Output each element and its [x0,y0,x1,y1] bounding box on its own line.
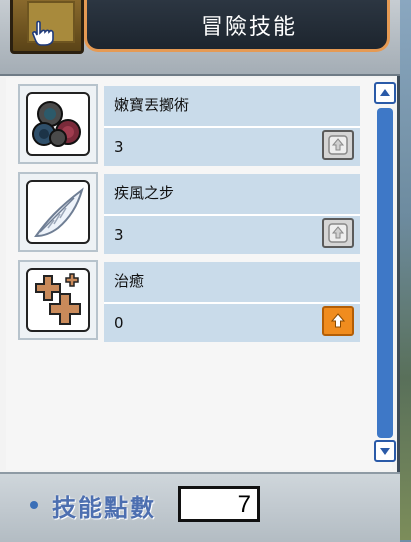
snail-shells-icon [26,92,90,156]
skill-points-footer: 技能點數 7 [0,472,400,542]
skill-icon-frame [18,84,98,164]
skill-window: 冒險技能 嫩寶丟擲術 3 疾風之步 3 治癒 0 技能點數 7 [0,0,400,542]
skill-row[interactable]: 嫩寶丟擲術 3 [12,82,360,166]
arrow-up-icon [328,223,348,243]
divider [104,302,360,304]
skill-level: 0 [114,314,124,332]
scrollbar[interactable] [374,82,396,464]
pointer-hand-icon [32,20,54,46]
skill-level: 3 [114,226,124,244]
skill-points-box: 7 [178,486,260,522]
skill-row[interactable]: 疾風之步 3 [12,170,360,254]
skill-points-label: 技能點數 [52,494,156,522]
bullet-icon [30,501,38,509]
skill-book-icon [10,0,84,54]
triangle-down-icon [380,448,390,455]
level-up-button[interactable] [322,130,354,160]
arrow-up-icon [328,135,348,155]
skill-icon-frame [18,172,98,252]
scroll-up-button[interactable] [374,82,396,104]
level-up-button[interactable] [322,218,354,248]
divider [104,126,360,128]
scroll-down-button[interactable] [374,440,396,462]
window-title: 冒險技能 [200,14,297,40]
divider [104,214,360,216]
skill-points-value: 7 [237,491,251,518]
title-bar: 冒險技能 [84,0,390,52]
scroll-track[interactable] [377,108,393,438]
healing-crosses-icon [26,268,90,332]
skill-icon-frame [18,260,98,340]
wing-feather-icon [26,180,90,244]
skill-name: 嫩寶丟擲術 [114,96,190,114]
level-up-button[interactable] [322,306,354,336]
skill-row[interactable]: 治癒 0 [12,258,360,342]
skill-name: 治癒 [114,272,145,290]
skill-info: 嫩寶丟擲術 3 [104,86,360,166]
skill-info: 疾風之步 3 [104,174,360,254]
skill-level: 3 [114,138,124,156]
window-header[interactable]: 冒險技能 [0,0,400,76]
arrow-up-icon [330,313,346,328]
skill-info: 治癒 0 [104,262,360,342]
triangle-up-icon [380,89,390,96]
skill-name: 疾風之步 [114,184,175,202]
skill-list-panel: 嫩寶丟擲術 3 疾風之步 3 治癒 0 [6,78,396,470]
